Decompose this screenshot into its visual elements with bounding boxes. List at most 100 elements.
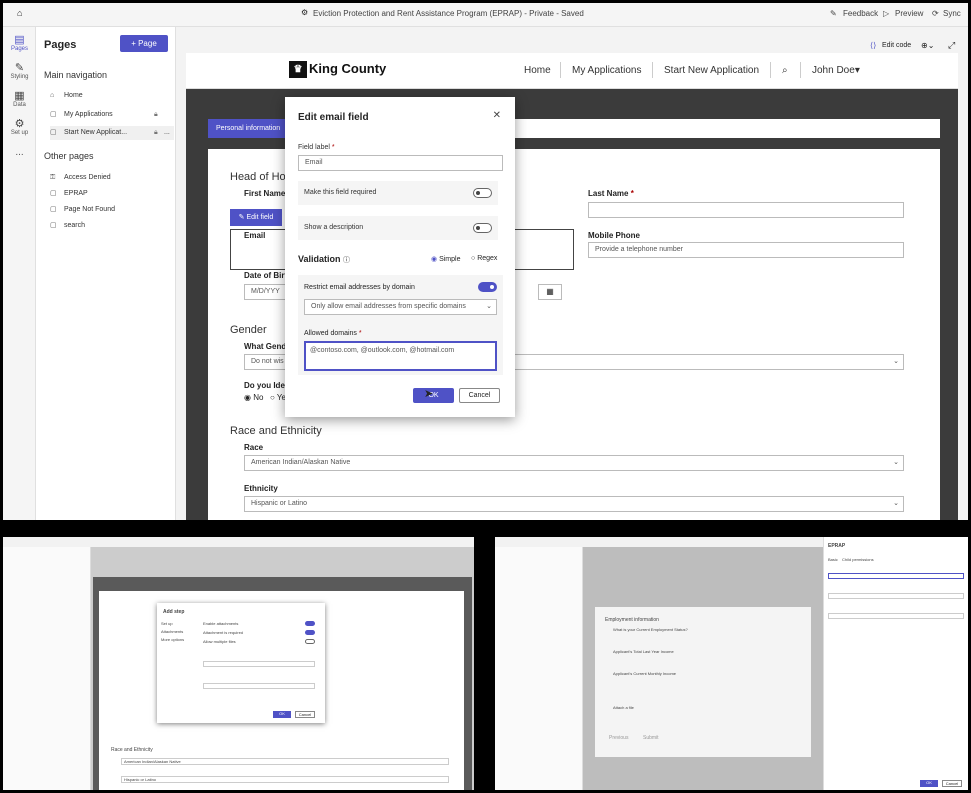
- edit-field-button[interactable]: ✎ Edit field: [230, 209, 282, 226]
- add-page-button[interactable]: + Page: [120, 35, 168, 52]
- required-toggle[interactable]: [473, 188, 492, 198]
- mobile-phone-input[interactable]: Provide a telephone number: [588, 242, 904, 258]
- page-icon: ▢: [50, 190, 57, 197]
- page-item-page-not-found[interactable]: ▢ Page Not Found: [50, 203, 174, 217]
- edit-code-button[interactable]: Edit code: [882, 42, 911, 49]
- thumb-toggle-on: [305, 621, 315, 626]
- thumb-pages-panel: [3, 547, 91, 790]
- lock-icon: 🔒︎: [154, 129, 158, 136]
- thumb-attach: Attach a file: [613, 705, 634, 710]
- required-row: Make this field required: [298, 181, 498, 205]
- thumb-add-step-dialog: Add step Set up Attachments More options…: [157, 603, 325, 723]
- close-icon[interactable]: ✕: [493, 110, 501, 121]
- validation-heading: Validation ⓘ: [298, 254, 351, 264]
- main-nav-heading: Main navigation: [44, 70, 108, 80]
- thumb-tab-setup: Set up: [161, 621, 173, 626]
- section-race-ethnicity: Race and Ethnicity: [230, 425, 322, 437]
- ethnicity-label: Ethnicity: [244, 484, 278, 493]
- radio-simple[interactable]: ◉ Simple: [431, 255, 460, 263]
- transgender-question: Do you Ide: [244, 381, 285, 390]
- info-icon[interactable]: ⓘ: [343, 257, 350, 264]
- setup-icon: ⚙: [14, 118, 25, 130]
- rail-data[interactable]: ▦ Data: [3, 89, 36, 108]
- thumb-dialog-title: Add step: [163, 609, 185, 615]
- pages-panel: Pages + Page Main navigation ⌂ Home ▢ My A…: [36, 27, 176, 520]
- nav-start-new-application[interactable]: Start New Application: [664, 65, 759, 76]
- preview-icon[interactable]: ▷: [883, 9, 889, 18]
- more-icon[interactable]: ...: [164, 126, 170, 140]
- thumb-row-enable: Enable attachments: [203, 621, 239, 626]
- step-personal-information[interactable]: Personal information: [208, 119, 289, 138]
- other-pages-heading: Other pages: [44, 151, 94, 161]
- thumb-tab-more: More options: [161, 637, 185, 642]
- feedback-icon[interactable]: ✎: [830, 9, 837, 18]
- feedback-button[interactable]: Feedback: [843, 9, 878, 18]
- thumbnail-permissions[interactable]: Employment information What is your Curr…: [495, 537, 968, 790]
- thumb-input: [203, 661, 315, 667]
- top-bar: ⌂ ⚙ Eviction Protection and Rent Assista…: [3, 3, 968, 27]
- nav-home[interactable]: Home: [524, 65, 551, 76]
- sync-button[interactable]: Sync: [943, 9, 961, 18]
- rail-styling[interactable]: ✎ Styling: [3, 61, 36, 80]
- last-name-input[interactable]: [588, 202, 904, 218]
- page-item-home[interactable]: ⌂ Home: [50, 89, 174, 103]
- thumb-field: Applicant's Current Monthly Income: [613, 671, 677, 676]
- site-header: ♛ King County Home My Applications Start …: [186, 53, 958, 89]
- trans-radio-no[interactable]: ◉ No: [244, 393, 263, 402]
- dialog-title: Edit email field: [298, 112, 369, 123]
- search-icon[interactable]: ⌕: [782, 65, 788, 76]
- brush-icon: ✎: [14, 62, 25, 74]
- radio-regex[interactable]: ○ Regex: [471, 255, 497, 262]
- thumb-field: Applicant's Total Last Year Income: [613, 649, 674, 654]
- thumb-race-select: American Indian/Alaskan Native: [121, 758, 449, 765]
- app-icon: ⚙: [301, 8, 309, 17]
- main-screen: ⌂ ⚙ Eviction Protection and Rent Assista…: [3, 3, 968, 520]
- restrict-toggle[interactable]: [478, 282, 497, 292]
- nav-divider: [560, 62, 561, 78]
- thumb-input: [828, 593, 964, 599]
- person-lock-icon: ⚿: [50, 174, 56, 181]
- left-rail: ▤ Pages ✎ Styling ▦ Data ⚙ Set up ...: [3, 27, 36, 520]
- race-select[interactable]: American Indian/Alaskan Native ⌄: [244, 455, 904, 471]
- preview-button[interactable]: Preview: [895, 9, 923, 18]
- page-item-eprap[interactable]: ▢ EPRAP: [50, 187, 174, 201]
- allowed-domains-input[interactable]: @contoso.com, @outlook.com, @hotmail.com: [304, 341, 497, 371]
- lock-icon: 🔒︎: [154, 111, 158, 118]
- thumb-tab-child: Child permissions: [842, 557, 874, 562]
- thumb-row-multiple: Allow multiple files: [203, 639, 236, 644]
- restrict-dropdown[interactable]: Only allow email addresses from specific…: [304, 299, 497, 315]
- thumb-field: What is your Current Employment Status?: [613, 627, 688, 632]
- app-title[interactable]: Eviction Protection and Rent Assistance …: [313, 9, 584, 18]
- expand-icon[interactable]: ⤢: [948, 40, 955, 51]
- thumb-section: Race and Ethnicity: [111, 747, 153, 753]
- calendar-icon[interactable]: ▦: [538, 284, 562, 300]
- field-label-input[interactable]: Email: [298, 155, 503, 171]
- description-toggle[interactable]: [473, 223, 492, 233]
- thumb-cancel-button: Cancel: [295, 711, 315, 718]
- user-menu[interactable]: John Doe▾: [812, 65, 860, 76]
- rail-setup[interactable]: ⚙ Set up: [3, 117, 36, 136]
- ok-button[interactable]: OK: [413, 388, 454, 403]
- page-icon: ▢: [50, 111, 57, 118]
- page-item-access-denied[interactable]: ⚿ Access Denied: [50, 171, 174, 185]
- thumbnail-add-step[interactable]: Race and Ethnicity American Indian/Alask…: [3, 537, 474, 790]
- nav-my-applications[interactable]: My Applications: [572, 65, 641, 76]
- rail-more[interactable]: ...: [3, 147, 36, 158]
- page-item-start-new-application[interactable]: ▢ Start New Applicat... 🔒︎...: [50, 126, 174, 140]
- email-label: Email: [244, 231, 266, 240]
- king-county-crown-icon: ♛: [289, 61, 307, 79]
- site-logo[interactable]: ♛ King County: [289, 61, 386, 79]
- sync-icon[interactable]: ⟳: [932, 9, 939, 18]
- thumb-topbar: [3, 537, 474, 547]
- page-item-my-applications[interactable]: ▢ My Applications 🔒︎: [50, 108, 174, 122]
- code-icon[interactable]: ⟨⟩: [870, 41, 876, 50]
- page-item-search[interactable]: ▢ search: [50, 219, 174, 233]
- rail-pages[interactable]: ▤ Pages: [3, 33, 36, 52]
- zoom-icon[interactable]: ⊕⌄: [921, 41, 934, 50]
- ethnicity-select[interactable]: Hispanic or Latino ⌄: [244, 496, 904, 512]
- cancel-button[interactable]: Cancel: [459, 388, 500, 403]
- thumb-ok-button: OK: [920, 780, 938, 787]
- thumb-section: Employment information: [605, 617, 659, 623]
- home-icon[interactable]: ⌂: [17, 8, 22, 18]
- trans-radio-yes[interactable]: ○ Ye: [270, 393, 286, 402]
